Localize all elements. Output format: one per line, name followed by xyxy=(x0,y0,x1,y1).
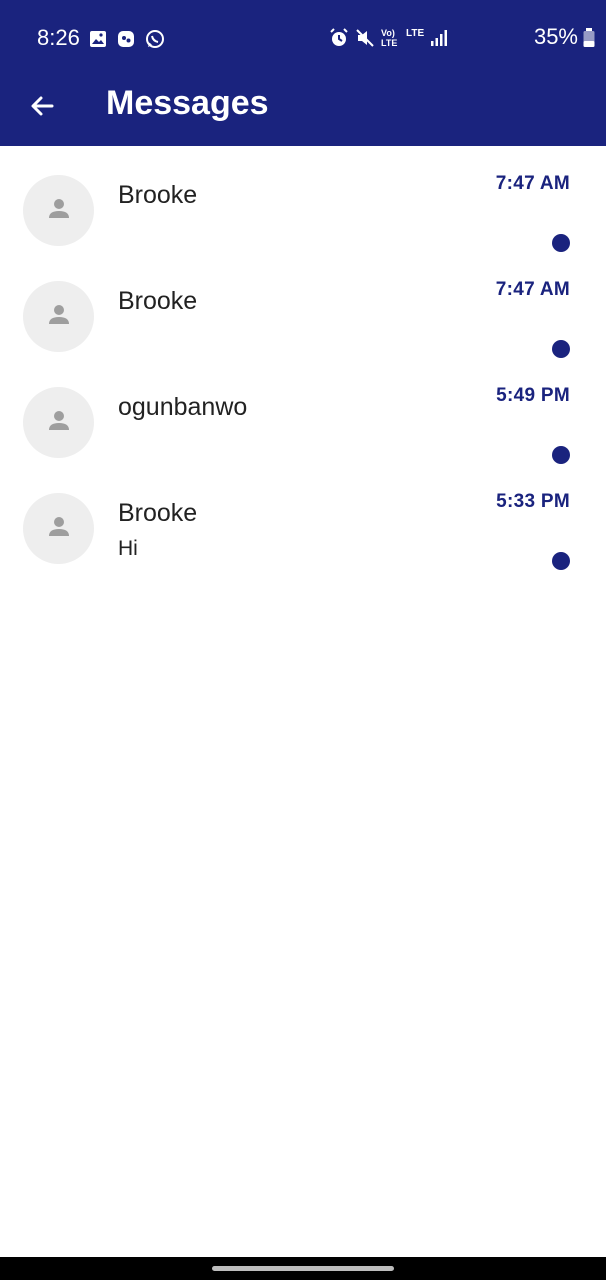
notification-icons xyxy=(88,28,166,50)
message-time: 5:33 PM xyxy=(496,491,570,512)
app-notification-icon xyxy=(116,28,136,50)
unread-indicator xyxy=(552,234,570,252)
conversation-row[interactable]: Brooke 7:47 AM xyxy=(0,146,606,252)
contact-name: Brooke xyxy=(118,499,198,527)
unread-indicator xyxy=(552,446,570,464)
contact-name: Brooke xyxy=(118,181,198,209)
unread-indicator xyxy=(552,340,570,358)
signal-icon xyxy=(430,28,448,48)
system-nav-bar xyxy=(0,1257,606,1280)
person-icon xyxy=(46,195,72,226)
avatar xyxy=(23,175,94,246)
conversation-list: Brooke 7:47 AM Brooke 7:47 AM ogunbanwo … xyxy=(0,146,606,570)
message-time: 5:49 PM xyxy=(496,385,570,406)
person-icon xyxy=(46,407,72,438)
back-button[interactable] xyxy=(22,88,62,128)
contact-name: Brooke xyxy=(118,287,198,315)
mute-icon xyxy=(354,27,376,49)
message-preview: Hi xyxy=(118,537,138,560)
battery-level: 35% xyxy=(533,24,578,49)
avatar xyxy=(23,281,94,352)
whatsapp-icon xyxy=(144,28,166,50)
page-title: Messages xyxy=(106,84,269,122)
image-icon xyxy=(88,28,108,50)
conversation-row[interactable]: ogunbanwo 5:49 PM xyxy=(0,358,606,464)
avatar xyxy=(23,387,94,458)
contact-name: ogunbanwo xyxy=(118,393,248,421)
app-bar: Messages xyxy=(0,78,606,146)
alarm-icon xyxy=(328,27,350,49)
arrow-back-icon xyxy=(28,92,56,125)
person-icon xyxy=(46,301,72,332)
message-time: 7:47 AM xyxy=(495,173,570,194)
conversation-row[interactable]: Brooke Hi 5:33 PM xyxy=(0,464,606,570)
unread-indicator xyxy=(552,552,570,570)
status-time: 8:26 xyxy=(37,25,80,50)
system-status-icons: Vo) LTE LTE 35% xyxy=(306,24,606,54)
conversation-row[interactable]: Brooke 7:47 AM xyxy=(0,252,606,358)
status-bar: 8:26 Vo) LTE LTE 35% xyxy=(0,0,606,78)
avatar xyxy=(23,493,94,564)
message-time: 7:47 AM xyxy=(495,279,570,300)
home-gesture-handle[interactable] xyxy=(212,1266,394,1271)
volte-icon: Vo) LTE xyxy=(381,28,398,48)
battery-icon xyxy=(582,28,596,48)
lte-icon: LTE xyxy=(406,28,425,39)
person-icon xyxy=(46,513,72,544)
